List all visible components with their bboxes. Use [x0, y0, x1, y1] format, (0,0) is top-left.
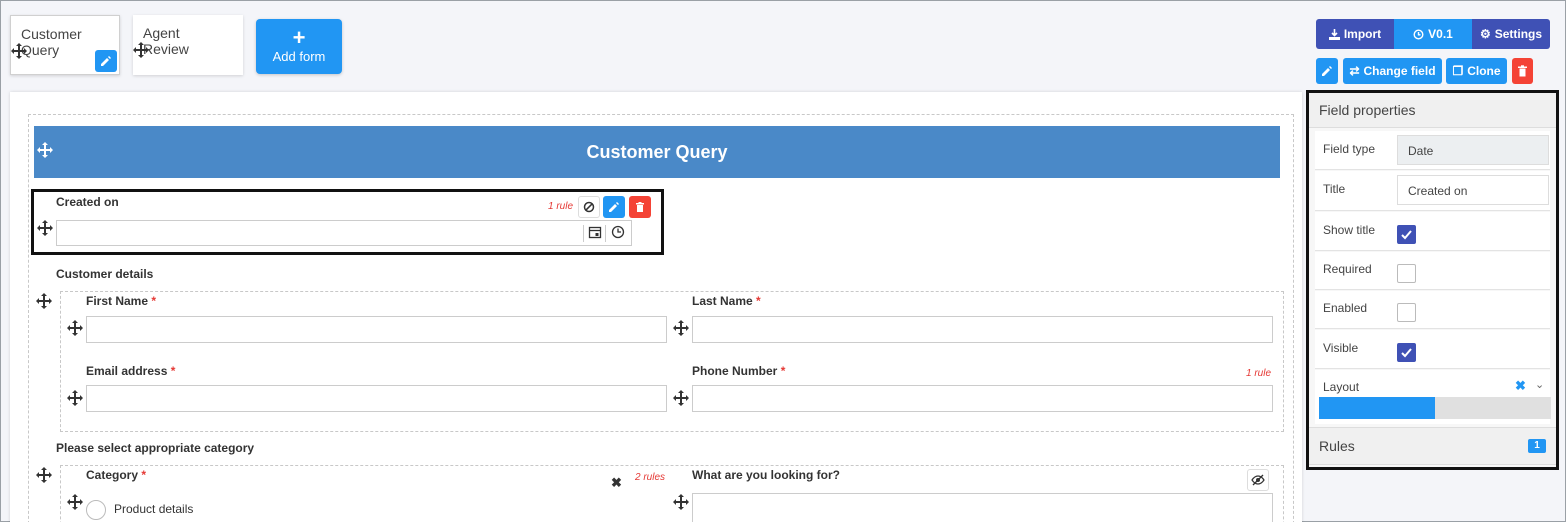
- visible-row: Visible: [1315, 330, 1550, 369]
- field-type-label: Field type: [1323, 142, 1376, 156]
- import-button[interactable]: Import: [1316, 19, 1394, 49]
- layout-label: Layout: [1323, 380, 1360, 394]
- form-tab-label: Customer Query: [21, 26, 82, 58]
- exchange-icon: ⇄: [1349, 64, 1360, 78]
- move-icon[interactable]: [67, 494, 83, 510]
- show-title-row: Show title: [1315, 212, 1550, 251]
- trash-icon: [1518, 65, 1527, 77]
- rule-count-note: 1 rule: [548, 201, 574, 212]
- visible-label: Visible: [1323, 341, 1359, 355]
- field-type-row: Field type Date: [1315, 131, 1550, 170]
- product-details-option-label: Product details: [114, 502, 194, 516]
- rule-count-note: 1 rule: [1246, 368, 1272, 379]
- move-icon[interactable]: [37, 142, 53, 158]
- add-form-button[interactable]: + Add form: [256, 19, 342, 74]
- field-properties-header: Field properties: [1309, 93, 1556, 128]
- looking-for-label: What are you looking for?: [692, 468, 841, 482]
- clear-icon[interactable]: ✖: [611, 475, 622, 491]
- rules-section[interactable]: Rules 1: [1309, 427, 1556, 465]
- form-tab-agent-review[interactable]: Agent Review: [133, 15, 243, 75]
- visible-checkbox[interactable]: [1397, 343, 1416, 362]
- last-name-input[interactable]: [692, 316, 1273, 343]
- edit-button[interactable]: [1316, 58, 1338, 84]
- created-on-date-input[interactable]: [56, 220, 632, 246]
- eye-slash-icon[interactable]: [1247, 469, 1269, 491]
- move-icon[interactable]: [36, 467, 52, 483]
- chevron-down-icon[interactable]: ⌄: [1535, 378, 1544, 391]
- rules-label: Rules: [1319, 438, 1355, 454]
- delete-button[interactable]: [1512, 58, 1533, 84]
- move-icon[interactable]: [11, 43, 27, 59]
- edit-field-button[interactable]: [603, 196, 625, 218]
- category-section-label: Please select appropriate category: [56, 441, 255, 455]
- category-label: Category *: [86, 468, 147, 482]
- gear-icon: ⚙: [1479, 27, 1491, 41]
- title-row: Title Created on: [1315, 171, 1550, 211]
- phone-input[interactable]: [692, 385, 1273, 412]
- show-title-label: Show title: [1323, 223, 1376, 237]
- pencil-icon: [1322, 66, 1332, 76]
- form-tab-customer-query[interactable]: Customer Query: [10, 15, 120, 75]
- enabled-label: Enabled: [1323, 301, 1368, 315]
- download-icon: [1328, 28, 1340, 40]
- email-input[interactable]: [86, 385, 667, 412]
- change-field-button[interactable]: ⇄ Change field: [1343, 58, 1442, 84]
- calendar-icon[interactable]: [583, 225, 603, 242]
- form-canvas: Customer Query Created on 1 rule Custome…: [10, 92, 1302, 522]
- form-title-banner: Customer Query: [34, 126, 1280, 178]
- move-icon[interactable]: [37, 220, 53, 236]
- email-label: Email address *: [86, 364, 176, 378]
- enabled-row: Enabled: [1315, 291, 1550, 329]
- customer-details-section-label: Customer details: [56, 267, 154, 281]
- check-icon: [1401, 230, 1412, 240]
- product-details-radio[interactable]: [86, 500, 106, 520]
- disable-button[interactable]: [578, 196, 600, 218]
- clock-icon[interactable]: [605, 225, 629, 242]
- add-form-label: Add form: [272, 49, 326, 64]
- title-label: Title: [1323, 182, 1346, 196]
- clear-layout-icon[interactable]: ✖: [1515, 378, 1526, 394]
- clone-button[interactable]: ❐ Clone: [1446, 58, 1507, 84]
- enabled-checkbox[interactable]: [1397, 303, 1416, 322]
- show-title-checkbox[interactable]: [1397, 225, 1416, 244]
- last-name-label: Last Name *: [692, 294, 761, 308]
- main-toolbar: Import V0.1 ⚙ Settings: [1316, 19, 1550, 49]
- form-title: Customer Query: [586, 141, 728, 162]
- layout-width-slider[interactable]: [1319, 397, 1551, 419]
- field-type-value: Date: [1397, 135, 1549, 165]
- first-name-label: First Name *: [86, 294, 157, 308]
- first-name-input[interactable]: [86, 316, 667, 343]
- title-input[interactable]: Created on: [1397, 175, 1549, 205]
- required-row: Required: [1315, 252, 1550, 290]
- created-on-label: Created on: [56, 195, 119, 209]
- settings-button[interactable]: ⚙ Settings: [1472, 19, 1550, 49]
- copy-icon: ❐: [1452, 64, 1464, 78]
- move-icon[interactable]: [36, 293, 52, 309]
- check-icon: [1401, 348, 1412, 358]
- move-icon[interactable]: [133, 42, 149, 58]
- required-checkbox[interactable]: [1397, 264, 1416, 283]
- move-icon[interactable]: [673, 320, 689, 336]
- delete-field-button[interactable]: [629, 196, 651, 218]
- rule-count-note: 2 rules: [635, 472, 666, 483]
- move-icon[interactable]: [67, 390, 83, 406]
- move-icon[interactable]: [673, 390, 689, 406]
- layout-width-fill: [1319, 397, 1435, 419]
- rules-count-badge: 1: [1528, 439, 1546, 453]
- move-icon[interactable]: [67, 320, 83, 336]
- history-icon: [1413, 28, 1424, 40]
- selected-field-created-on[interactable]: Created on 1 rule: [31, 189, 664, 255]
- looking-for-input[interactable]: [692, 493, 1273, 522]
- edit-tab-button[interactable]: [95, 50, 117, 72]
- form-tab-label: Agent Review: [143, 25, 189, 57]
- field-properties-panel: Field properties Field type Date Title C…: [1306, 90, 1559, 470]
- phone-label: Phone Number *: [692, 364, 786, 378]
- required-label: Required: [1323, 262, 1372, 276]
- version-button[interactable]: V0.1: [1394, 19, 1472, 49]
- move-icon[interactable]: [673, 494, 689, 510]
- plus-icon: +: [292, 25, 306, 50]
